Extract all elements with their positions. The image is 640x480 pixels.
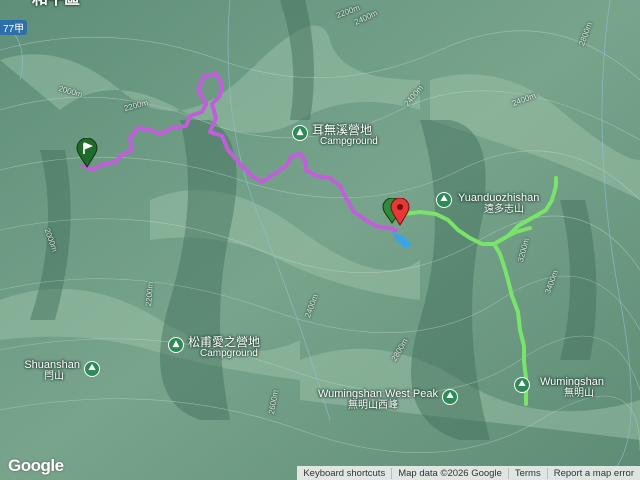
campground-label[interactable]: 耳無溪營地 Campground bbox=[312, 124, 378, 147]
campground-type: Campground bbox=[320, 135, 378, 147]
peak-label[interactable]: Yuanduozhishan 遠多志山 bbox=[458, 192, 540, 215]
terms-link[interactable]: Terms bbox=[507, 467, 547, 479]
peak-label[interactable]: Shuanshan 閂山 bbox=[10, 359, 80, 382]
campground-name: 松甫愛之營地 bbox=[188, 335, 261, 349]
peak-name-zh: 無明山西峰 bbox=[348, 399, 398, 411]
start-marker-icon[interactable] bbox=[76, 138, 98, 168]
campground-name: 耳無溪營地 bbox=[312, 123, 373, 137]
peak-label[interactable]: Wumingshan West Peak 無明山西峰 bbox=[286, 388, 438, 411]
map-footer: Keyboard shortcuts Map data ©2026 Google… bbox=[297, 466, 640, 480]
peak-icon[interactable]: ⛰ bbox=[436, 192, 452, 208]
peak-icon[interactable]: ⛰ bbox=[84, 361, 100, 377]
road-badge: 77甲 bbox=[0, 20, 28, 35]
peak-name-en: Shuanshan bbox=[24, 359, 80, 371]
report-error-link[interactable]: Report a map error bbox=[546, 467, 640, 479]
campground-icon[interactable]: ▲ bbox=[292, 125, 308, 141]
campground-label[interactable]: 松甫愛之營地 Campground bbox=[188, 336, 260, 359]
keyboard-shortcuts-link[interactable]: Keyboard shortcuts bbox=[297, 468, 391, 479]
peak-name-en: Yuanduozhishan bbox=[458, 192, 540, 204]
map-canvas[interactable]: 和平區 77甲 ▲ 耳無溪營地 Campground ▲ 松甫愛之營地 Camp… bbox=[0, 0, 640, 480]
google-logo[interactable]: Google bbox=[8, 456, 64, 476]
map-data-attribution: Map data ©2026 Google bbox=[391, 467, 508, 479]
peak-name-en: Wumingshan bbox=[540, 376, 604, 388]
campground-type: Campground bbox=[200, 347, 258, 359]
peak-icon[interactable]: ⛰ bbox=[442, 389, 458, 405]
peak-name-zh: 閂山 bbox=[44, 370, 64, 382]
campground-icon[interactable]: ▲ bbox=[168, 337, 184, 353]
peak-icon[interactable]: ⛰ bbox=[514, 377, 530, 393]
district-label: 和平區 bbox=[32, 0, 80, 9]
destination-marker-icon[interactable] bbox=[390, 198, 410, 226]
peak-name-en: Wumingshan West Peak bbox=[317, 388, 438, 400]
peak-name-zh: 遠多志山 bbox=[484, 203, 524, 215]
peak-label[interactable]: Wumingshan 無明山 bbox=[540, 376, 604, 399]
peak-name-zh: 無明山 bbox=[564, 387, 594, 399]
